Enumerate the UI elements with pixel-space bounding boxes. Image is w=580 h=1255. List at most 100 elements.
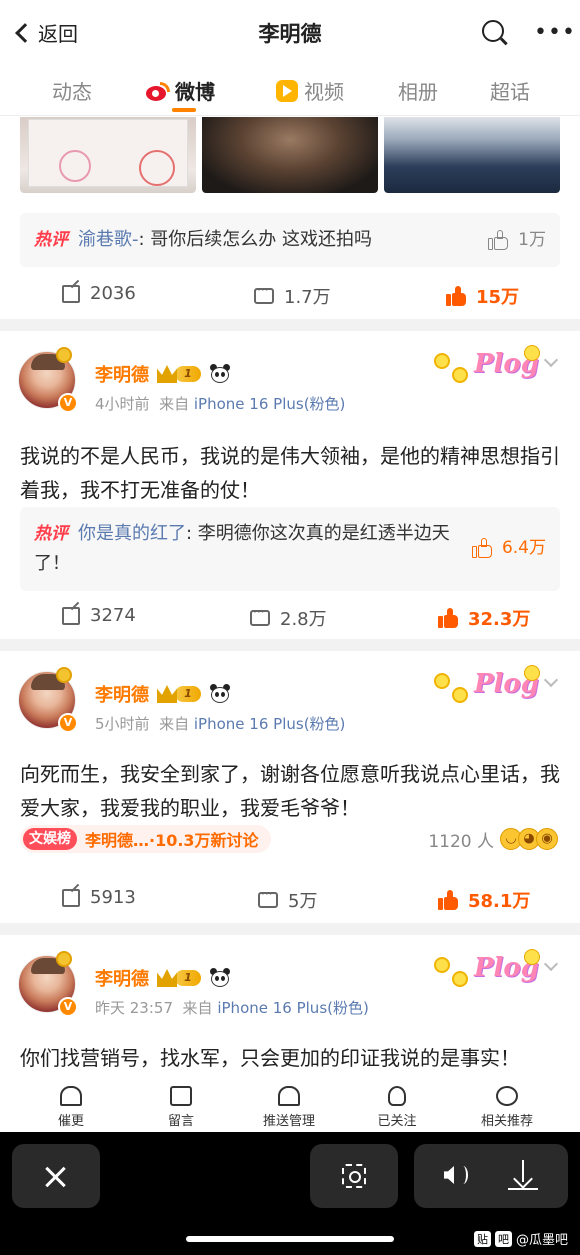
share-icon	[62, 606, 80, 625]
divider	[0, 319, 580, 331]
vip-badge[interactable]: 1	[157, 365, 201, 383]
like-button[interactable]: 58.1万	[438, 887, 530, 913]
tab-weibo[interactable]: 微博	[146, 76, 215, 105]
post-time: 5小时前	[95, 715, 150, 733]
compass-icon	[496, 1086, 518, 1106]
close-icon	[44, 1166, 66, 1188]
like-button[interactable]: 15万	[446, 283, 519, 309]
media-viewer-controls: 贴 吧 @瓜墨吧	[0, 1132, 580, 1255]
thumbs-up-icon	[488, 230, 509, 250]
nudge-button[interactable]: 催更	[36, 1086, 106, 1129]
tab-video[interactable]: 视频	[276, 76, 344, 105]
post-image[interactable]	[20, 117, 196, 193]
vip-level: 1	[175, 366, 201, 382]
topic-row: 文娱榜 李明德…·10.3万新讨论 1120 人 ◡ ◕ ◉	[20, 825, 560, 855]
following-button[interactable]: 已关注	[362, 1086, 432, 1129]
person-check-icon	[388, 1086, 406, 1106]
watermark-box: 贴	[474, 1230, 491, 1247]
like-button[interactable]: 32.3万	[438, 605, 530, 631]
tab-album[interactable]: 相册	[398, 76, 438, 105]
hot-comment-badge: 热评	[34, 524, 68, 544]
verified-icon: V	[58, 393, 78, 413]
search-icon[interactable]	[482, 20, 504, 42]
hot-comment[interactable]: 热评 渝巷歌-: 哥你后续怎么办 这戏还拍吗 1万	[20, 213, 560, 267]
post-card: 热评渝巷歌-: 哥你后续怎么办 这戏还拍吗 1万 2036 1.7万 15万	[0, 117, 580, 319]
vip-badge[interactable]: 1	[157, 685, 201, 703]
panda-icon	[209, 684, 231, 704]
chevron-down-icon[interactable]	[543, 956, 559, 972]
active-tab-indicator	[172, 108, 196, 112]
repost-button[interactable]: 3274	[62, 605, 136, 626]
scan-button[interactable]	[310, 1144, 398, 1208]
trending-topic-chip[interactable]: 文娱榜 李明德…·10.3万新讨论	[20, 825, 271, 853]
repost-button[interactable]: 2036	[62, 283, 136, 304]
feed[interactable]: 热评渝巷歌-: 哥你后续怎么办 这戏还拍吗 1万 2036 1.7万 15万 V…	[0, 117, 580, 1132]
hot-comment-like[interactable]: 6.4万	[471, 533, 546, 563]
verified-icon: V	[58, 997, 78, 1017]
post-text: 向死而生，我安全到家了，谢谢各位愿意听我说点心里话，我爱大家，我爱我的职业，我爱…	[20, 762, 560, 820]
post-text: 我说的不是人民币，我说的是伟大领袖，是他的精神思想指引着我，我不打无准备的仗！	[20, 444, 560, 502]
post-author[interactable]: 李明德 1	[95, 681, 231, 707]
verified-icon: V	[58, 713, 78, 733]
post-card: V 李明德 1 4小时前 来自 iPhone 16 Plus(粉色) Plog …	[0, 331, 580, 639]
comment-button[interactable]: 2.8万	[250, 605, 327, 631]
crown-icon	[157, 969, 177, 987]
post-author[interactable]: 李明德 1	[95, 965, 231, 991]
image-grid	[20, 117, 560, 193]
post-image[interactable]	[384, 117, 560, 193]
push-settings-label: 推送管理	[262, 1114, 315, 1129]
post-time: 4小时前	[95, 395, 150, 413]
home-indicator	[186, 1236, 394, 1242]
post-time: 昨天 23:57	[95, 999, 173, 1017]
panda-icon	[209, 364, 231, 384]
comment-count: 1.7万	[284, 287, 331, 308]
topic-rank-badge: 文娱榜	[23, 828, 77, 850]
post-device-suffix: (粉色)	[327, 999, 369, 1017]
comment-icon	[254, 283, 274, 304]
post-author-name: 李明德	[95, 969, 149, 990]
tab-super-topic[interactable]: 超话	[490, 76, 530, 105]
share-icon	[62, 284, 80, 303]
download-base	[508, 1188, 538, 1190]
more-icon[interactable]: •••	[534, 20, 576, 45]
chevron-down-icon[interactable]	[543, 672, 559, 688]
thumbs-up-icon	[438, 608, 458, 628]
watermark: 贴 吧 @瓜墨吧	[474, 1229, 568, 1248]
like-count: 58.1万	[468, 891, 531, 912]
watermark-text: @瓜墨吧	[516, 1233, 569, 1248]
comment-icon	[250, 605, 270, 626]
hot-comment-user[interactable]: 你是真的红了	[78, 523, 186, 544]
tab-dynamics[interactable]: 动态	[52, 76, 92, 105]
comment-button[interactable]: 1.7万	[254, 283, 331, 309]
post-image[interactable]	[202, 117, 378, 193]
crown-icon	[157, 685, 177, 703]
plog-decoration-icon: Plog	[434, 665, 540, 707]
reaction-emoji-icon[interactable]: ◡ ◕ ◉	[500, 825, 560, 853]
hot-comment[interactable]: 热评 你是真的红了: 李明德你这次真的是红透半边天了！ 6.4万	[20, 507, 560, 591]
message-label: 留言	[167, 1114, 194, 1129]
tab-video-label: 视频	[304, 80, 344, 104]
comment-button[interactable]: 5万	[258, 887, 317, 913]
chevron-down-icon[interactable]	[543, 352, 559, 368]
scan-icon	[342, 1164, 366, 1188]
vip-badge[interactable]: 1	[157, 969, 201, 987]
post-device[interactable]: iPhone 16 Plus	[194, 395, 304, 413]
avatar-badge-icon	[56, 667, 72, 683]
reaction-count: 1120 人	[428, 832, 494, 852]
push-settings-button[interactable]: 推送管理	[254, 1086, 324, 1129]
hot-comment-user[interactable]: 渝巷歌-	[78, 229, 139, 250]
post-device-suffix: (粉色)	[303, 715, 346, 733]
repost-button[interactable]: 5913	[62, 887, 136, 908]
recommend-button[interactable]: 相关推荐	[472, 1086, 542, 1129]
message-button[interactable]: 留言	[146, 1086, 216, 1129]
post-source-label: 来自	[159, 715, 190, 733]
post-author[interactable]: 李明德 1	[95, 361, 231, 387]
hot-comment-like[interactable]: 1万	[488, 225, 546, 255]
comment-icon	[258, 887, 278, 908]
close-button[interactable]	[12, 1144, 100, 1208]
post-device[interactable]: iPhone 16 Plus	[194, 715, 304, 733]
following-label: 已关注	[377, 1114, 417, 1129]
like-count: 32.3万	[468, 609, 531, 630]
post-device[interactable]: iPhone 16 Plus	[217, 999, 327, 1017]
video-play-icon	[276, 80, 298, 102]
